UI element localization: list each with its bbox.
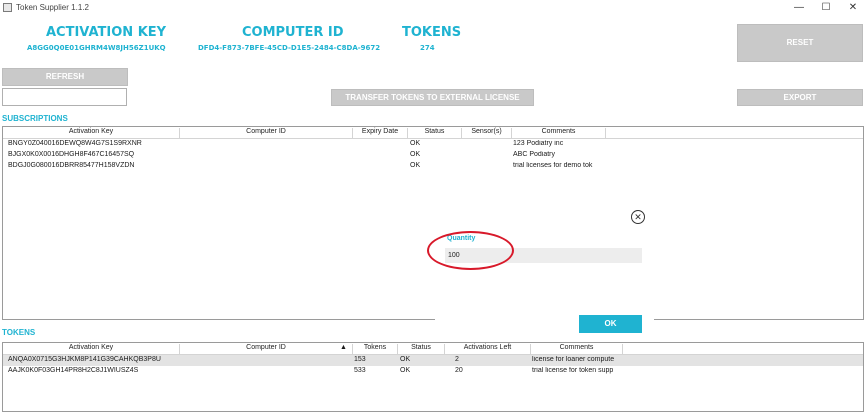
- reset-button[interactable]: RESET: [737, 24, 863, 62]
- quantity-dialog: ✕ Quantity 100 OK: [435, 205, 654, 340]
- subscriptions-table-header: Activation Key Computer ID Expiry Date S…: [3, 127, 863, 139]
- table-row[interactable]: BJGX0K0X0016DHGH8F467C16457SQ OK ABC Pod…: [3, 150, 863, 161]
- cell-activation-key: ANQA0X0715G3HJKM8P141G39CAHKQB3P8U: [8, 356, 161, 363]
- column-header-sensors[interactable]: Sensor(s): [462, 128, 512, 138]
- cell-status: OK: [410, 162, 421, 169]
- column-header-tokens[interactable]: Tokens: [353, 344, 398, 354]
- tokens-table-header: Activation Key Computer ID ▲ Tokens Stat…: [3, 343, 863, 355]
- window-title: Token Supplier 1.1.2: [16, 3, 89, 12]
- filter-input[interactable]: [2, 88, 127, 106]
- cell-activation-key: BDGJ0G080016DBRR85477H158VZDN: [8, 162, 135, 169]
- app-icon: [3, 3, 12, 12]
- tokens-count: 274: [420, 44, 435, 52]
- cell-activations-left: 2: [455, 356, 459, 363]
- cell-activation-key: BNGY0Z040016DEWQ8W4G7S1S9RXNR: [8, 140, 142, 147]
- column-header-status[interactable]: Status: [398, 344, 445, 354]
- table-row[interactable]: BNGY0Z040016DEWQ8W4G7S1S9RXNR OK 123 Pod…: [3, 139, 863, 150]
- column-header-expiry-date[interactable]: Expiry Date: [353, 128, 408, 138]
- column-header-comments[interactable]: Comments: [531, 344, 623, 354]
- computer-id-label: COMPUTER ID: [242, 25, 344, 40]
- cell-status: OK: [400, 356, 411, 363]
- cell-status: OK: [410, 140, 421, 147]
- cell-tokens: 533: [354, 367, 366, 374]
- cell-activations-left: 20: [455, 367, 463, 374]
- tokens-table: Activation Key Computer ID ▲ Tokens Stat…: [2, 342, 864, 412]
- column-header-status[interactable]: Status: [408, 128, 462, 138]
- computer-id-value: DFD4-F873-7BFE-45CD-D1E5-2484-C8DA-9672: [198, 44, 381, 52]
- close-dialog-icon[interactable]: ✕: [631, 210, 645, 224]
- cell-status: OK: [410, 151, 421, 158]
- table-row[interactable]: ANQA0X0715G3HJKM8P141G39CAHKQB3P8U 153 O…: [3, 355, 863, 366]
- cell-activation-key: BJGX0K0X0016DHGH8F467C16457SQ: [8, 151, 135, 158]
- cell-tokens: 153: [354, 356, 366, 363]
- transfer-tokens-button[interactable]: TRANSFER TOKENS TO EXTERNAL LICENSE: [331, 89, 534, 106]
- cell-activation-key: AAJK0K0F03GH14PR8H2C8J1WIUSZ4S: [8, 367, 139, 374]
- annotation-ellipse: [427, 231, 514, 270]
- column-header-activations-left[interactable]: Activations Left: [445, 344, 531, 354]
- tokens-label: TOKENS: [402, 25, 462, 40]
- subscriptions-section-label: SUBSCRIPTIONS: [2, 114, 68, 123]
- title-bar: Token Supplier 1.1.2 — ☐ ✕: [0, 0, 868, 16]
- cell-comments: trial licenses for demo tok: [513, 162, 593, 169]
- export-button[interactable]: EXPORT: [737, 89, 863, 106]
- cell-status: OK: [400, 367, 411, 374]
- cell-comments: license for loaner compute: [532, 356, 615, 363]
- refresh-button[interactable]: REFRESH: [2, 68, 128, 86]
- close-icon[interactable]: ✕: [836, 0, 868, 16]
- activation-key-value: A8GG0Q0E01GHRM4W8JH56Z1UKQ: [27, 44, 166, 52]
- sort-ascending-icon: ▲: [340, 344, 347, 351]
- cell-comments: ABC Podiatry: [513, 151, 556, 158]
- column-header-computer-id[interactable]: Computer ID: [180, 128, 353, 138]
- ok-button[interactable]: OK: [579, 315, 642, 333]
- column-header-activation-key[interactable]: Activation Key: [3, 128, 180, 138]
- cell-comments: trial license for token supp: [532, 367, 614, 374]
- activation-key-label: ACTIVATION KEY: [46, 25, 167, 40]
- tokens-section-label: TOKENS: [2, 328, 36, 337]
- column-header-comments[interactable]: Comments: [512, 128, 606, 138]
- cell-comments: 123 Podiatry inc: [513, 140, 564, 147]
- table-row[interactable]: BDGJ0G080016DBRR85477H158VZDN OK trial l…: [3, 161, 863, 172]
- column-header-computer-id[interactable]: Computer ID: [180, 344, 353, 354]
- column-header-activation-key[interactable]: Activation Key: [3, 344, 180, 354]
- subscriptions-table: Activation Key Computer ID Expiry Date S…: [2, 126, 864, 320]
- table-row[interactable]: AAJK0K0F03GH14PR8H2C8J1WIUSZ4S 533 OK 20…: [3, 366, 863, 377]
